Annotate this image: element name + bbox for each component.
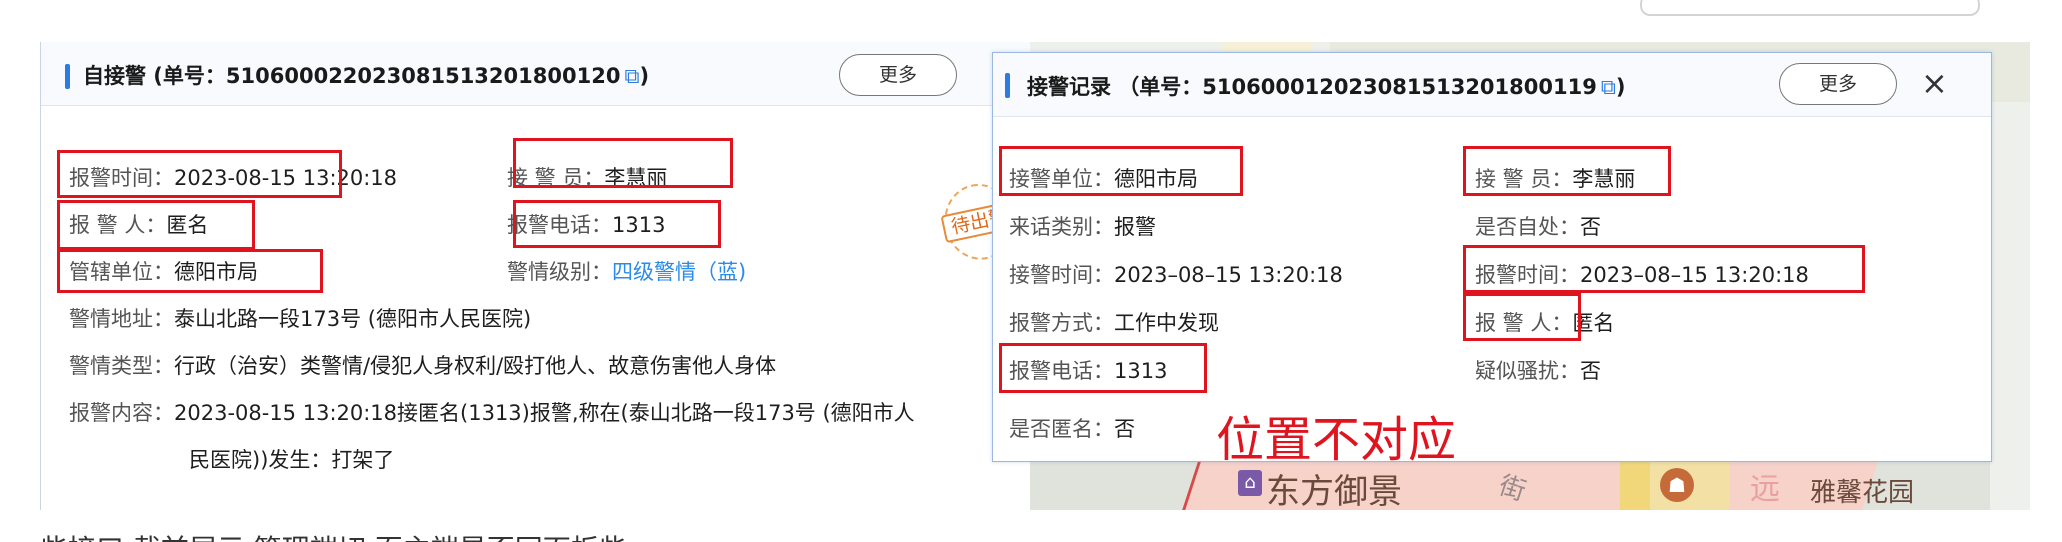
mismatch-annotation: 位置不对应 <box>1216 412 1457 468</box>
field-value: 工作中发现 <box>1114 311 1219 335</box>
field-label: 警情级别： <box>507 260 612 284</box>
more-button[interactable]: 更多 <box>839 54 957 96</box>
field-label: 接警时间： <box>1009 263 1114 287</box>
field-anonymous: 是否匿名：否 <box>1009 413 1135 443</box>
more-button[interactable]: 更多 <box>1779 63 1897 105</box>
building-icon: ⌂ <box>1238 470 1262 496</box>
field-label: 是否自处： <box>1475 215 1580 239</box>
copy-icon[interactable]: ⧉ <box>1601 75 1616 100</box>
bottom-cut-text: 些接口 截前展示 管理端切 页主端是否同面板些 <box>40 528 627 542</box>
highlight-box <box>513 200 721 248</box>
highlight-box <box>1463 293 1581 341</box>
field-value: 2023-08-15 13:20:18接匿名(1313)报警,称在(泰山北路一段… <box>174 401 915 425</box>
field-value: 四级警情（蓝) <box>612 260 747 284</box>
field-value: 2023–08–15 13:20:18 <box>1114 263 1343 287</box>
field-value: 报警 <box>1114 215 1156 239</box>
map-bottom-strip[interactable]: ⌂ 东方御景 街 ☗ 远 雅馨花园 <box>1030 462 1990 512</box>
map-label-poi-3: 雅馨花园 <box>1810 478 1915 508</box>
copy-icon[interactable]: ⧉ <box>624 64 639 89</box>
field-label: 疑似骚扰： <box>1475 359 1580 383</box>
field-self-handle: 是否自处：否 <box>1475 211 1601 241</box>
incident-panel-title: 自接警 (单号：510600022023081513201800120 ⧉) <box>83 60 649 90</box>
call-record-panel: 接警记录 （单号：510600012023081513201800119 ⧉) 更… <box>992 52 1992 462</box>
field-alert-level: 警情级别：四级警情（蓝) <box>507 256 746 286</box>
field-value: 行政（治安）类警情/侵犯人身权利/殴打他人、故意伤害他人身体 <box>174 354 777 378</box>
header-accent-bar <box>65 64 70 89</box>
field-address: 警情地址：泰山北路一段173号 (德阳市人民医院) <box>69 303 531 333</box>
poi-icon: ☗ <box>1660 468 1694 502</box>
highlight-box <box>57 249 323 293</box>
highlight-box <box>57 150 342 198</box>
map-label-poi-1: 东方御景 <box>1266 472 1402 512</box>
field-suspected-harassment: 疑似骚扰：否 <box>1475 355 1601 385</box>
field-label: 报警内容： <box>69 401 174 425</box>
close-icon[interactable]: × <box>1921 67 1948 99</box>
call-record-title-close: ) <box>1615 75 1626 99</box>
field-report-method: 报警方式：工作中发现 <box>1009 307 1219 337</box>
header-accent-bar <box>1005 73 1010 98</box>
map-road-yellow <box>1620 462 1650 510</box>
incident-panel-header: 自接警 (单号：510600022023081513201800120 ⧉) 更多 <box>41 42 1030 106</box>
field-report-content-cont: 民医院))发生：打架了 <box>189 444 394 474</box>
incident-panel: 自接警 (单号：510600022023081513201800120 ⧉) 更多… <box>40 42 1030 510</box>
highlight-box <box>1463 245 1865 293</box>
corner-search-box[interactable] <box>1640 0 1980 16</box>
field-label: 报警方式： <box>1009 311 1114 335</box>
call-record-title: 接警记录 （单号：510600012023081513201800119 ⧉) <box>1027 71 1625 101</box>
field-label: 警情类型： <box>69 354 174 378</box>
field-value: 否 <box>1580 215 1601 239</box>
field-value: 民医院))发生：打架了 <box>189 448 395 472</box>
field-value: 否 <box>1580 359 1601 383</box>
field-receive-time: 接警时间：2023–08–15 13:20:18 <box>1009 259 1343 289</box>
field-label: 警情地址： <box>69 307 174 331</box>
incident-title-text: 自接警 (单号：510600022023081513201800120 <box>83 64 621 88</box>
field-report-content: 报警内容：2023-08-15 13:20:18接匿名(1313)报警,称在(泰… <box>69 397 915 427</box>
field-label: 来话类别： <box>1009 215 1114 239</box>
field-alert-type: 警情类型：行政（治安）类警情/侵犯人身权利/殴打他人、故意伤害他人身体 <box>69 350 776 380</box>
field-label: 是否匿名： <box>1009 417 1114 441</box>
call-record-header: 接警记录 （单号：510600012023081513201800119 ⧉) 更… <box>993 53 1991 117</box>
highlight-box <box>1463 146 1671 196</box>
incident-title-close: ) <box>639 64 650 88</box>
highlight-box <box>57 200 255 250</box>
highlight-box <box>999 146 1243 196</box>
call-record-title-text: 接警记录 （单号：510600012023081513201800119 <box>1027 75 1597 99</box>
highlight-box <box>513 138 733 188</box>
map-label-poi-2: 远 <box>1750 472 1780 507</box>
highlight-box <box>999 343 1207 393</box>
field-value: 否 <box>1114 417 1135 441</box>
field-call-type: 来话类别：报警 <box>1009 211 1156 241</box>
field-value: 泰山北路一段173号 (德阳市人民医院) <box>174 307 532 331</box>
